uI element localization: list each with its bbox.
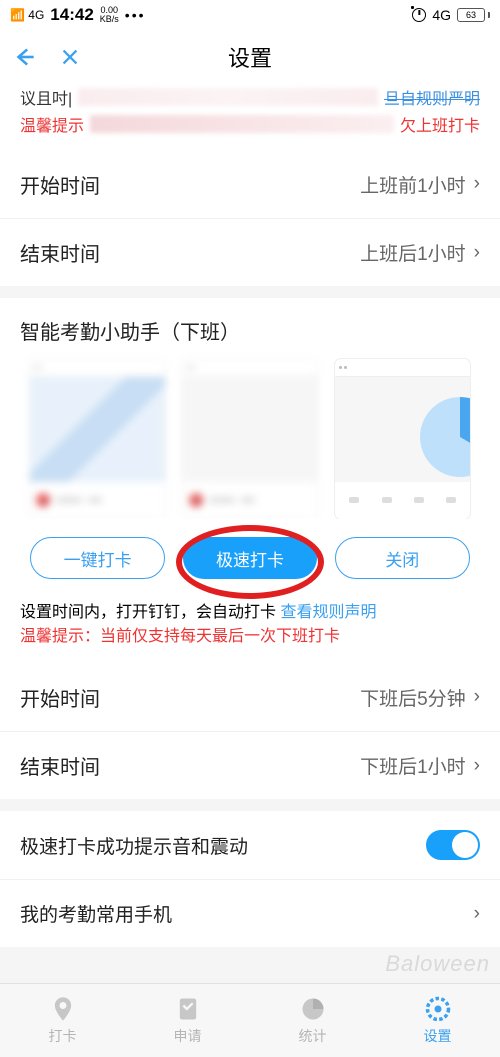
section-title-assistant: 智能考勤小助手（下班） — [0, 298, 500, 351]
chevron-right-icon: › — [474, 755, 480, 777]
chevron-right-icon: › — [474, 686, 480, 708]
row-s2-end[interactable]: 结束时间 下班后1小时› — [0, 731, 500, 799]
warn-suffix: 欠上班打卡 — [400, 112, 480, 136]
toggle-on[interactable] — [426, 830, 480, 860]
preview-cards — [0, 351, 500, 519]
tabbar: 打卡 申请 统计 设置 — [0, 983, 500, 1057]
preview-one-click — [30, 359, 165, 519]
option-off[interactable]: 关闭 — [335, 537, 470, 579]
preview-fast — [183, 359, 318, 519]
status-bar: 📶 4G 14:42 0.00KB/s ••• 4G 63 — [0, 0, 500, 30]
chevron-right-icon: › — [474, 903, 480, 925]
row-s2-start[interactable]: 开始时间 下班后5分钟› — [0, 663, 500, 731]
chevron-right-icon: › — [474, 173, 480, 195]
tab-clock-in[interactable]: 打卡 — [0, 984, 125, 1057]
gear-icon — [424, 995, 452, 1023]
row-s1-end[interactable]: 结束时间 上班后1小时› — [0, 218, 500, 286]
warn-text: 温馨提示：当前仅支持每天最后一次下班打卡 — [20, 628, 340, 645]
pin-icon — [49, 995, 77, 1023]
battery-icon: 63 — [457, 8, 490, 22]
tab-settings[interactable]: 设置 — [375, 984, 500, 1057]
clipboard-icon — [174, 995, 202, 1023]
row-common-phone[interactable]: 我的考勤常用手机 › — [0, 879, 500, 947]
status-time: 14:42 — [50, 5, 93, 25]
chevron-right-icon: › — [474, 242, 480, 264]
close-button[interactable] — [50, 46, 90, 68]
option-fast[interactable]: 极速打卡 — [183, 537, 316, 579]
back-button[interactable] — [0, 44, 50, 70]
description: 设置时间内，打开钉钉，会自动打卡 查看规则声明 温馨提示：当前仅支持每天最后一次… — [0, 601, 500, 663]
row-sound-toggle[interactable]: 极速打卡成功提示音和震动 — [0, 811, 500, 879]
obscured-top: 议且吋| 旦自规则严明 温馨提示 欠上班打卡 — [0, 84, 500, 150]
warn-prefix: 温馨提示 — [20, 112, 84, 136]
preview-off — [335, 359, 470, 519]
tab-stats[interactable]: 统计 — [250, 984, 375, 1057]
more-icon: ••• — [125, 7, 146, 23]
obscured-rule-link: 旦自规则严明 — [384, 85, 480, 109]
alarm-icon — [412, 8, 426, 22]
tab-apply[interactable]: 申请 — [125, 984, 250, 1057]
options-row: 一键打卡 极速打卡 关闭 — [0, 519, 500, 601]
watermark: Baloween — [385, 951, 490, 977]
row-s1-start[interactable]: 开始时间 上班前1小时› — [0, 150, 500, 218]
option-one-click[interactable]: 一键打卡 — [30, 537, 165, 579]
net-right-label: 4G — [432, 7, 451, 23]
net-speed: 0.00KB/s — [100, 6, 119, 24]
pie-icon — [299, 995, 327, 1023]
navbar: 设置 — [0, 30, 500, 84]
obscured-prefix: 议且吋| — [20, 85, 72, 109]
signal-icon: 📶 4G — [10, 8, 44, 22]
rule-link[interactable]: 查看规则声明 — [280, 604, 376, 621]
